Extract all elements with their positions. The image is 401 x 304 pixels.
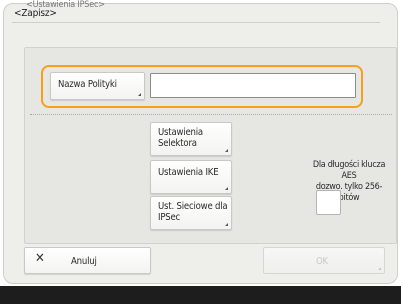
dialog-title: <Zapisz>: [14, 8, 57, 19]
ike-label: Ustawienia IKE: [158, 167, 219, 178]
ok-label: OK: [316, 256, 328, 267]
aes-256-checkbox[interactable]: [316, 190, 341, 215]
corner-arrow-icon: [225, 223, 228, 226]
network-label-line2: IPSec: [158, 212, 181, 223]
network-label-line1: Ust. Sieciowe dla: [158, 201, 228, 212]
corner-arrow-icon: [378, 267, 381, 270]
selector-label-line2: Selektora: [158, 138, 197, 149]
section-divider: [30, 114, 392, 115]
aes-note-line1: Dla długości klucza AES: [312, 160, 386, 181]
cancel-button[interactable]: ✕ Anuluj: [24, 247, 151, 274]
title-divider: [12, 22, 380, 23]
corner-arrow-icon: [225, 149, 228, 152]
ok-button[interactable]: OK: [263, 247, 385, 274]
ike-settings-button[interactable]: Ustawienia IKE: [150, 160, 232, 194]
policy-name-label: Nazwa Polityki: [58, 79, 117, 90]
cancel-label: Anuluj: [71, 256, 97, 267]
close-icon: ✕: [35, 251, 45, 266]
corner-arrow-icon: [225, 187, 228, 190]
corner-arrow-icon: [138, 93, 141, 96]
bottom-status-bar: [0, 286, 401, 304]
policy-name-button[interactable]: Nazwa Polityki: [50, 72, 145, 100]
ipsec-network-settings-button[interactable]: Ust. Sieciowe dla IPSec: [150, 196, 232, 230]
selector-label-line1: Ustawienia: [158, 127, 203, 138]
policy-name-field[interactable]: [150, 73, 356, 98]
selector-settings-button[interactable]: Ustawienia Selektora: [150, 122, 232, 156]
